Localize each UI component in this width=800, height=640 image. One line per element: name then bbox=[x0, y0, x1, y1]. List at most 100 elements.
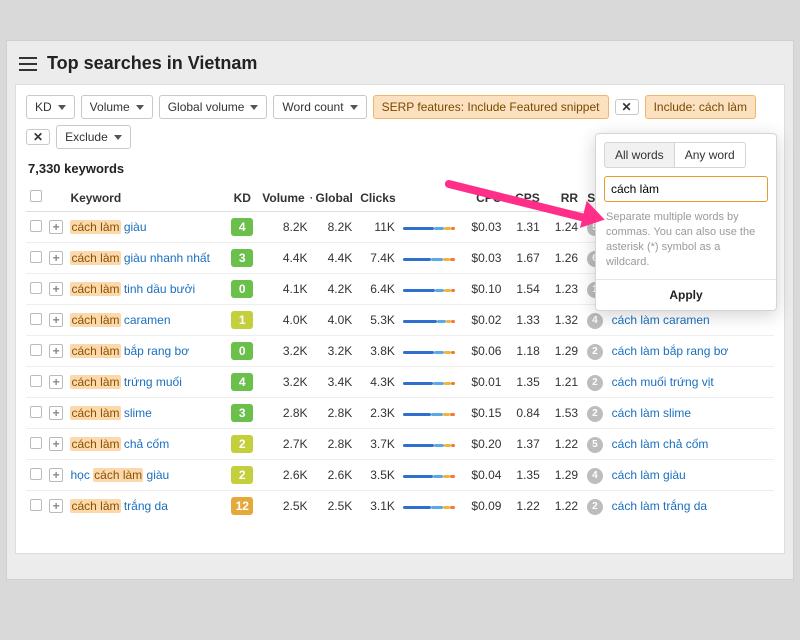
col-kd[interactable]: KD bbox=[226, 184, 258, 212]
cell-clicks: 7.4K bbox=[356, 243, 399, 274]
cell-top: cách làm trắng da bbox=[608, 491, 774, 522]
cell-kd: 1 bbox=[226, 305, 258, 336]
remove-serp-filter[interactable]: ✕ bbox=[615, 99, 639, 115]
cell-kd: 3 bbox=[226, 398, 258, 429]
cell-volume: 4.4K bbox=[258, 243, 311, 274]
expand-icon[interactable]: + bbox=[49, 406, 63, 420]
clicks-distribution bbox=[403, 348, 455, 356]
filter-serp-features[interactable]: SERP features: Include Featured snippet bbox=[373, 95, 609, 119]
top-keyword-link[interactable]: cách làm chả cốm bbox=[612, 437, 709, 451]
row-checkbox[interactable] bbox=[30, 282, 42, 294]
cell-rr: 1.29 bbox=[544, 460, 582, 491]
keyword-link[interactable]: cách làm bắp rang bơ bbox=[70, 344, 189, 358]
kd-badge: 2 bbox=[231, 435, 253, 453]
keyword-link[interactable]: cách làm trắng da bbox=[70, 499, 167, 513]
cell-top: cách làm slime bbox=[608, 398, 774, 429]
cell-rr: 1.22 bbox=[544, 429, 582, 460]
cell-clicks: 4.3K bbox=[356, 367, 399, 398]
select-all-checkbox[interactable] bbox=[30, 190, 42, 202]
expand-icon[interactable]: + bbox=[49, 437, 63, 451]
cell-keyword: cách làm caramen bbox=[66, 305, 226, 336]
filter-exclude[interactable]: Exclude bbox=[56, 125, 131, 149]
expand-icon[interactable]: + bbox=[49, 282, 63, 296]
col-rr[interactable]: RR bbox=[544, 184, 582, 212]
row-checkbox[interactable] bbox=[30, 437, 42, 449]
expand-icon[interactable]: + bbox=[49, 251, 63, 265]
keyword-link[interactable]: cách làm trứng muối bbox=[70, 375, 181, 389]
cell-keyword: cách làm giàu nhanh nhất bbox=[66, 243, 226, 274]
cell-dist bbox=[399, 491, 461, 522]
keyword-link[interactable]: cách làm caramen bbox=[70, 313, 170, 327]
expand-icon[interactable]: + bbox=[49, 313, 63, 327]
cell-clicks: 5.3K bbox=[356, 305, 399, 336]
keyword-link[interactable]: cách làm giàu bbox=[70, 220, 146, 234]
top-keyword-link[interactable]: cách làm giàu bbox=[612, 468, 686, 482]
expand-icon[interactable]: + bbox=[49, 499, 63, 513]
col-clicks[interactable]: Clicks bbox=[356, 184, 399, 212]
menu-icon[interactable] bbox=[19, 57, 37, 71]
expand-icon[interactable]: + bbox=[49, 375, 63, 389]
cell-kd: 4 bbox=[226, 212, 258, 243]
apply-button[interactable]: Apply bbox=[596, 279, 776, 310]
top-keyword-link[interactable]: cách làm slime bbox=[612, 406, 691, 420]
expand-icon[interactable]: + bbox=[49, 468, 63, 482]
row-checkbox[interactable] bbox=[30, 499, 42, 511]
row-checkbox[interactable] bbox=[30, 468, 42, 480]
kd-badge: 1 bbox=[231, 311, 253, 329]
row-checkbox[interactable] bbox=[30, 251, 42, 263]
cell-keyword: cách làm bắp rang bơ bbox=[66, 336, 226, 367]
col-cpc[interactable]: CPC bbox=[461, 184, 506, 212]
cell-rr: 1.23 bbox=[544, 274, 582, 305]
cell-dist bbox=[399, 398, 461, 429]
cell-clicks: 3.5K bbox=[356, 460, 399, 491]
top-keyword-link[interactable]: cách muối trứng vịt bbox=[612, 375, 714, 389]
filter-global-volume[interactable]: Global volume bbox=[159, 95, 268, 119]
cell-kd: 3 bbox=[226, 243, 258, 274]
tab-all-words[interactable]: All words bbox=[604, 142, 675, 168]
remove-include-filter[interactable]: ✕ bbox=[26, 129, 50, 145]
keyword-highlight: cách làm bbox=[70, 282, 120, 296]
cell-dist bbox=[399, 367, 461, 398]
cell-volume: 4.1K bbox=[258, 274, 311, 305]
cell-volume: 2.7K bbox=[258, 429, 311, 460]
include-input[interactable] bbox=[604, 176, 768, 202]
clicks-distribution bbox=[403, 503, 455, 511]
sf-badge: 4 bbox=[587, 313, 603, 329]
row-checkbox[interactable] bbox=[30, 375, 42, 387]
cell-keyword: học cách làm giàu bbox=[66, 460, 226, 491]
filter-word-count[interactable]: Word count bbox=[273, 95, 366, 119]
row-checkbox[interactable] bbox=[30, 406, 42, 418]
tab-any-word[interactable]: Any word bbox=[675, 142, 746, 168]
cell-dist bbox=[399, 429, 461, 460]
col-volume[interactable]: Volume bbox=[258, 184, 311, 212]
top-keyword-link[interactable]: cách làm trắng da bbox=[612, 499, 707, 513]
expand-icon[interactable]: + bbox=[49, 220, 63, 234]
keyword-link[interactable]: cách làm slime bbox=[70, 406, 151, 420]
col-cps[interactable]: CPS bbox=[505, 184, 543, 212]
col-keyword[interactable]: Keyword bbox=[66, 184, 226, 212]
cell-volume: 3.2K bbox=[258, 336, 311, 367]
filter-include[interactable]: Include: cách làm bbox=[645, 95, 756, 119]
keyword-link[interactable]: cách làm chả cốm bbox=[70, 437, 169, 451]
cell-global: 3.2K bbox=[312, 336, 357, 367]
cell-kd: 2 bbox=[226, 429, 258, 460]
keyword-link[interactable]: học cách làm giàu bbox=[70, 468, 169, 482]
kd-badge: 4 bbox=[231, 373, 253, 391]
cell-global: 8.2K bbox=[312, 212, 357, 243]
expand-icon[interactable]: + bbox=[49, 344, 63, 358]
cell-volume: 3.2K bbox=[258, 367, 311, 398]
row-checkbox[interactable] bbox=[30, 344, 42, 356]
keyword-link[interactable]: cách làm tinh dầu bưởi bbox=[70, 282, 195, 296]
cell-keyword: cách làm trắng da bbox=[66, 491, 226, 522]
filter-volume[interactable]: Volume bbox=[81, 95, 153, 119]
top-keyword-link[interactable]: cách làm bắp rang bơ bbox=[612, 344, 729, 358]
col-global[interactable]: Global bbox=[312, 184, 357, 212]
include-hint: Separate multiple words by commas. You c… bbox=[606, 210, 766, 269]
cell-cpc: $0.10 bbox=[461, 274, 506, 305]
row-checkbox[interactable] bbox=[30, 220, 42, 232]
filter-kd[interactable]: KD bbox=[26, 95, 75, 119]
top-keyword-link[interactable]: cách làm caramen bbox=[612, 313, 710, 327]
row-checkbox[interactable] bbox=[30, 313, 42, 325]
cell-cps: 1.54 bbox=[505, 274, 543, 305]
keyword-link[interactable]: cách làm giàu nhanh nhất bbox=[70, 251, 209, 265]
